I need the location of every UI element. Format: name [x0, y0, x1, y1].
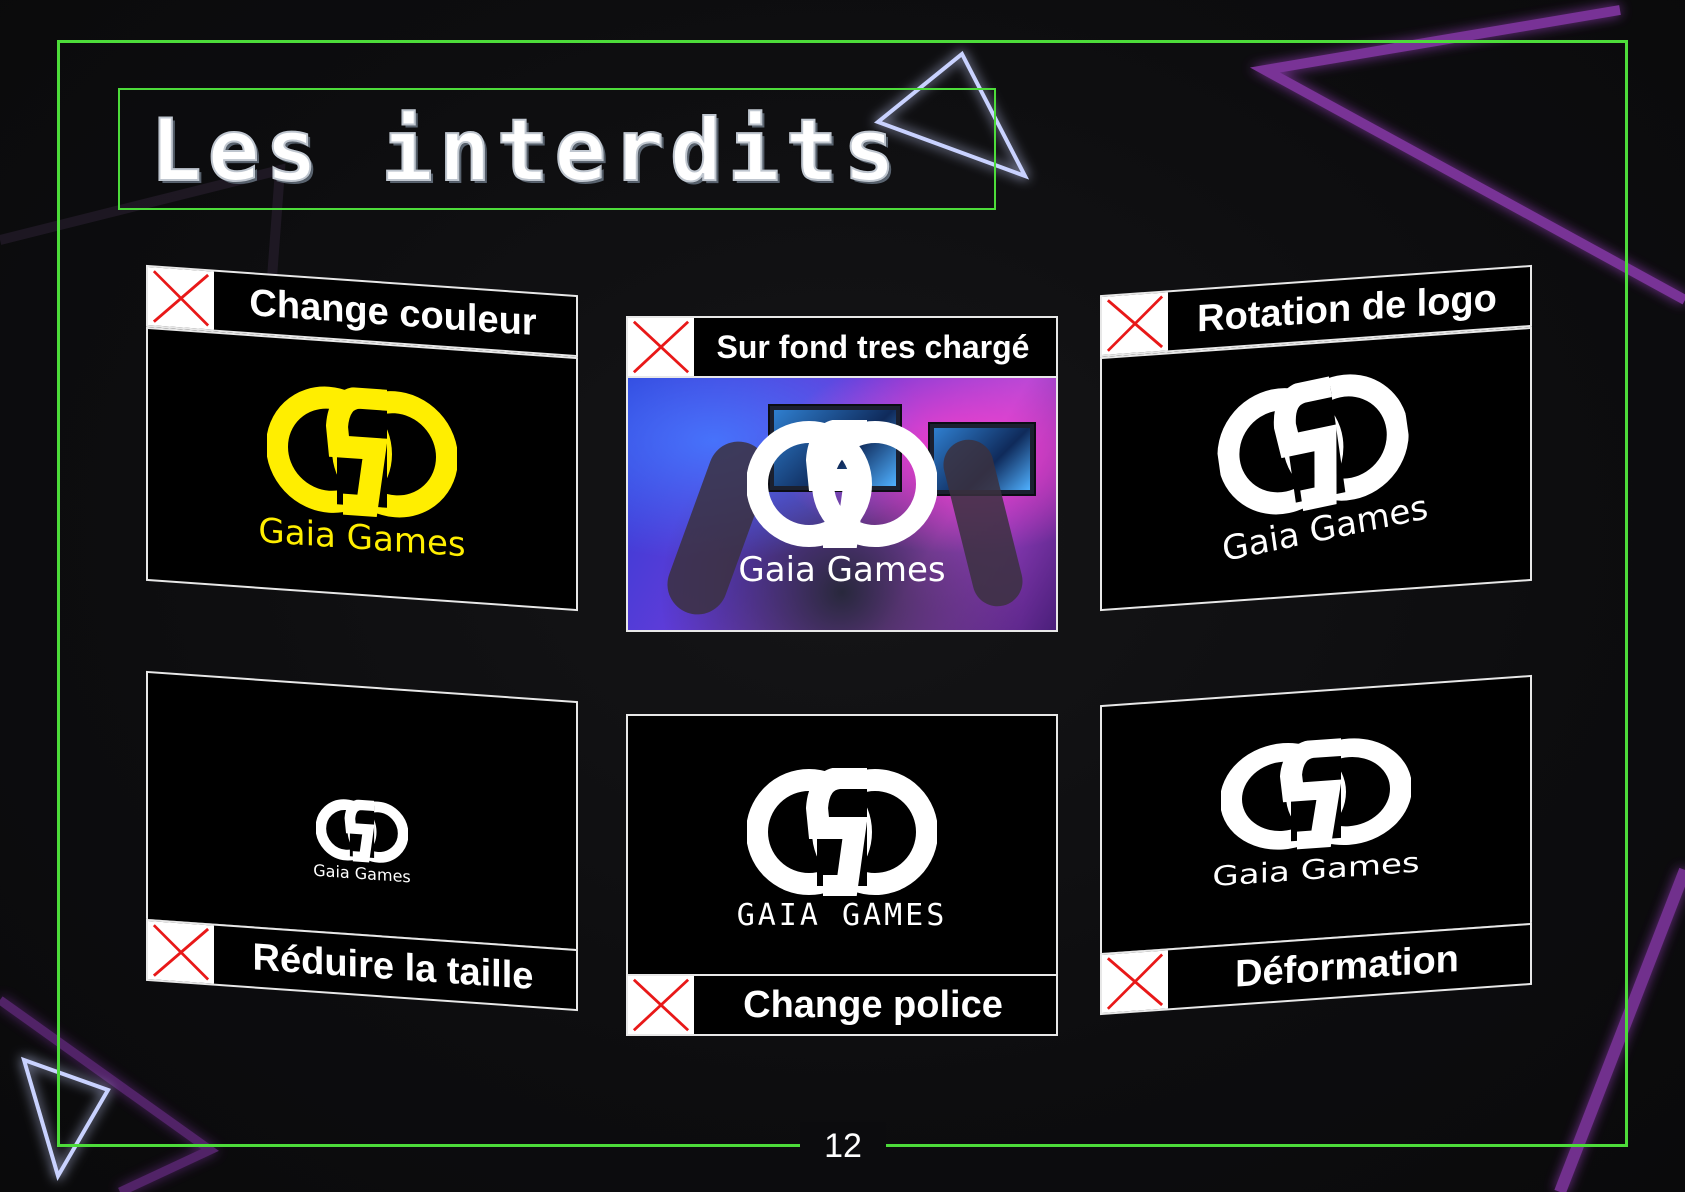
gaia-logo-stretched: Gaia Games — [1102, 725, 1530, 905]
card-panel-photo: Gaia Games — [626, 376, 1058, 632]
gaia-logo-icon — [267, 386, 457, 519]
card-panel: Gaia Games — [1100, 326, 1532, 612]
gaia-logo-icon — [747, 768, 937, 896]
cross-icon — [628, 976, 694, 1034]
brand-name: Gaia Games — [738, 550, 946, 590]
gaia-logo-icon — [316, 799, 408, 863]
gaia-logo: Gaia Games — [148, 373, 576, 573]
card-panel: GAIA GAMES — [626, 714, 1058, 976]
card-panel: Gaia Games — [1100, 674, 1532, 956]
page-number: 12 — [800, 1122, 886, 1170]
card-change-font: GAIA GAMES Change police — [626, 714, 1058, 1069]
gaia-logo: Gaia Games — [1100, 337, 1532, 593]
card-rotation: Rotation de logo Gaia Games — [1100, 264, 1532, 650]
page-title: Les interdits — [149, 100, 902, 202]
card-label: Change police — [626, 974, 1058, 1036]
card-label: Sur fond tres chargé — [626, 316, 1058, 378]
brand-name: Gaia Games — [1212, 846, 1420, 894]
card-deformation: Gaia Games Déformation — [1100, 674, 1532, 1060]
gaia-logo-small: Gaia Games — [148, 785, 576, 898]
brand-name: GAIA GAMES — [736, 898, 948, 933]
card-label-text: Sur fond tres chargé — [716, 328, 1030, 365]
card-label-text: Change police — [743, 983, 1003, 1026]
card-panel: Gaia Games — [146, 326, 578, 612]
card-panel: Gaia Games — [146, 670, 578, 952]
cross-icon — [628, 318, 694, 376]
gaia-logo-icon — [1221, 737, 1411, 851]
gaia-logo: GAIA GAMES — [628, 768, 1056, 933]
gaia-logo: Gaia Games — [628, 420, 1056, 590]
cross-icon — [1102, 292, 1168, 355]
cross-icon — [148, 267, 214, 330]
gaia-logo-icon — [747, 420, 937, 548]
cross-icon — [148, 921, 214, 984]
card-change-color: Change couleur Gaia Games — [146, 264, 578, 650]
cross-icon — [1102, 950, 1168, 1013]
card-reduce-size: Gaia Games Réduire la taille — [146, 670, 578, 1056]
card-busy-background: Sur fond tres chargé Gaia Games — [626, 316, 1058, 671]
